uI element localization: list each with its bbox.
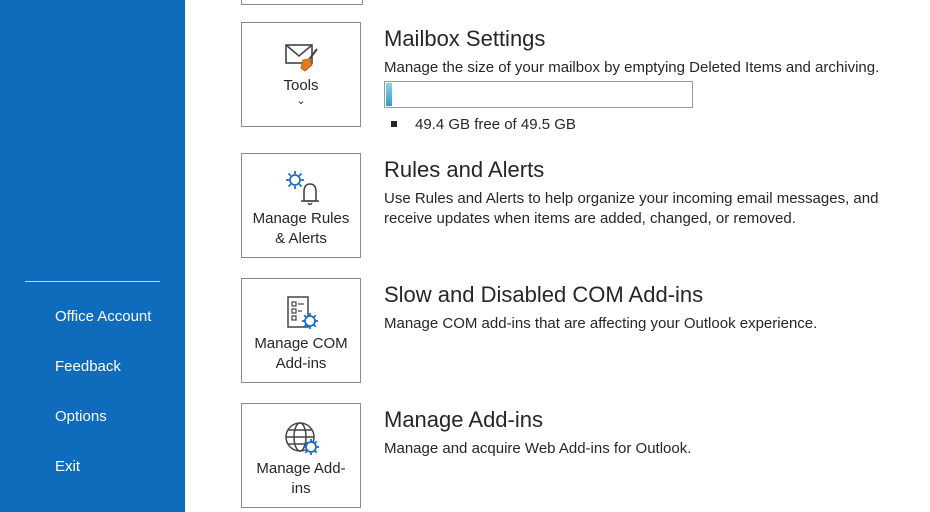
mailbox-settings-title: Mailbox Settings [384,26,546,51]
bullet-icon [391,121,397,127]
manage-addins-description: Manage and acquire Web Add-ins for Outlo… [384,440,692,457]
mailbox-free-space: 49.4 GB free of 49.5 GB [415,116,576,133]
globe-gear-icon [284,420,320,456]
manage-com-label-line1: Manage COM [254,335,348,352]
checklist-gear-icon [284,295,320,331]
rules-alerts-title: Rules and Alerts [384,157,545,182]
manage-com-label-line2: Add-ins [275,355,327,372]
tools-button[interactable]: Tools ⌄ [241,22,361,127]
previous-tile-stub [241,0,363,5]
gear-bell-icon [284,170,320,206]
manage-rules-label-line1: Manage Rules [252,210,350,227]
chevron-down-icon: ⌄ [296,95,306,107]
content-area: Tools ⌄ Mailbox Settings Manage the size… [185,0,930,512]
manage-addins-label-line1: Manage Add- [256,460,346,477]
manage-addins-label-line2: ins [291,480,311,497]
com-addins-description: Manage COM add-ins that are affecting yo… [384,315,818,332]
nav-item-feedback[interactable]: Feedback [55,358,121,376]
mailbox-usage-fill [386,83,393,106]
rules-alerts-description: Use Rules and Alerts to help organize yo… [384,190,879,227]
mailbox-settings-description: Manage the size of your mailbox by empty… [384,59,880,76]
nav-item-exit[interactable]: Exit [55,458,80,476]
com-addins-title: Slow and Disabled COM Add-ins [384,282,704,307]
backstage-nav: Office Account Feedback Options Exit [0,0,185,512]
manage-com-addins-button[interactable]: Manage COM Add-ins [241,278,361,383]
nav-divider [25,281,160,282]
nav-item-office-account[interactable]: Office Account [55,308,151,326]
manage-rules-label-line2: & Alerts [275,230,327,247]
manage-addins-title: Manage Add-ins [384,407,543,432]
mailbox-usage-bar [384,81,693,108]
manage-rules-alerts-button[interactable]: Manage Rules & Alerts [241,153,361,258]
tools-label: Tools [283,77,319,94]
nav-item-options[interactable]: Options [55,408,107,426]
manage-addins-button[interactable]: Manage Add- ins [241,403,361,508]
mail-broom-icon [284,39,320,75]
